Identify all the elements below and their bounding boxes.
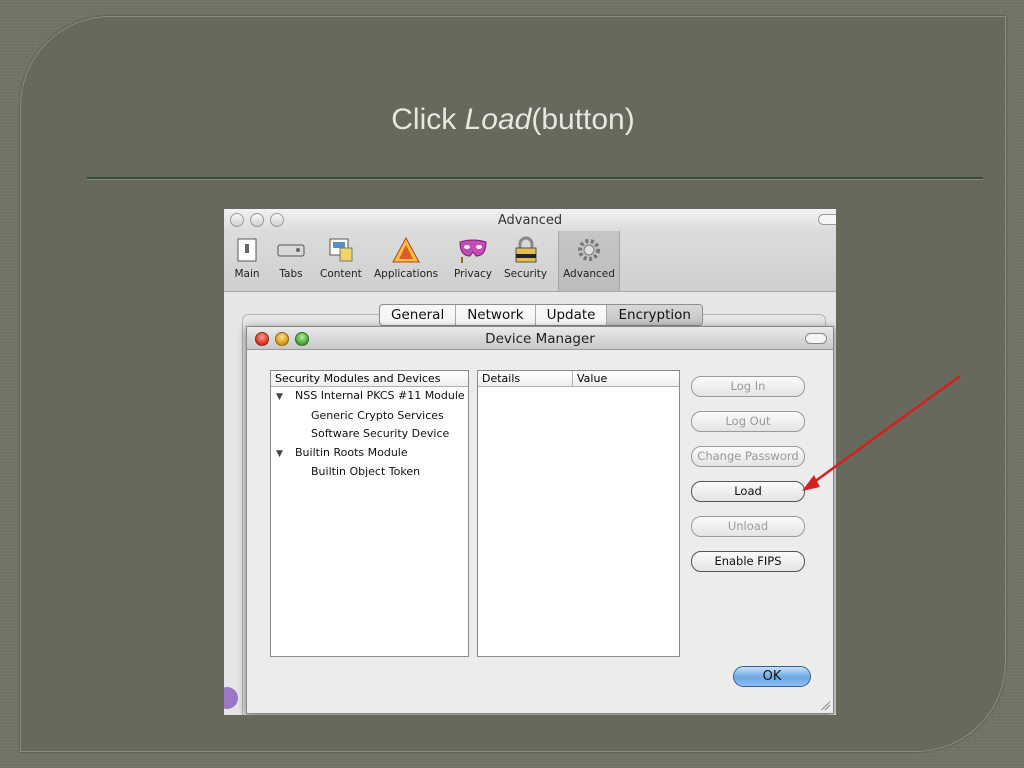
tab-encryption[interactable]: Encryption — [607, 305, 702, 325]
title-divider — [87, 177, 983, 180]
details-header: Details Value — [478, 371, 679, 387]
toolbar-main[interactable]: Main — [232, 235, 262, 280]
toolbar-tabs[interactable]: Tabs — [276, 235, 306, 280]
unload-button[interactable]: Unload — [691, 516, 805, 537]
tabs-icon — [276, 235, 306, 265]
advanced-titlebar: Advanced — [224, 209, 836, 231]
tree-item-label: NSS Internal PKCS #11 Module — [295, 389, 465, 402]
enable-fips-button[interactable]: Enable FIPS — [691, 551, 805, 572]
value-column-header[interactable]: Value — [573, 371, 607, 386]
toolbar-toggle-button[interactable] — [818, 214, 836, 225]
preferences-tabs: General Network Update Encryption — [379, 304, 703, 326]
tree-item-builtin-roots[interactable]: ▼ Builtin Roots Module — [271, 444, 468, 464]
tree-item-label: Builtin Object Token — [311, 465, 421, 478]
modules-tree-panel[interactable]: Security Modules and Devices ▼ NSS Intern… — [270, 370, 469, 657]
ok-button[interactable]: OK — [733, 666, 811, 687]
toolbar-advanced[interactable]: Advanced — [558, 231, 620, 291]
tree-item-builtin-object-token[interactable]: Builtin Object Token — [271, 463, 468, 482]
screenshot-window: Advanced Main Tabs Content Applications … — [224, 209, 836, 715]
advanced-gear-icon — [574, 235, 604, 265]
toolbar-content-label: Content — [320, 268, 362, 280]
toolbar-content[interactable]: Content — [320, 235, 362, 280]
expanded-triangle-icon[interactable]: ▼ — [276, 445, 286, 464]
toolbar-tabs-label: Tabs — [279, 268, 303, 280]
resize-grip[interactable] — [820, 700, 830, 710]
tree-item-nss-internal[interactable]: ▼ NSS Internal PKCS #11 Module — [271, 387, 468, 407]
title-suffix: (button) — [531, 103, 635, 136]
log-out-button[interactable]: Log Out — [691, 411, 805, 432]
tab-update[interactable]: Update — [536, 305, 608, 325]
toolbar-applications-label: Applications — [374, 268, 439, 280]
log-in-button[interactable]: Log In — [691, 376, 805, 397]
details-panel[interactable]: Details Value — [477, 370, 680, 657]
tab-network[interactable]: Network — [456, 305, 536, 325]
preferences-toolbar: Main Tabs Content Applications Privacy S… — [224, 231, 836, 292]
toolbar-main-label: Main — [234, 268, 260, 280]
device-manager-titlebar: Device Manager — [247, 327, 833, 350]
load-button[interactable]: Load — [691, 481, 805, 502]
tree-item-label: Generic Crypto Services — [311, 408, 444, 422]
modules-tree-header: Security Modules and Devices — [271, 371, 468, 387]
main-switch-icon — [232, 235, 262, 265]
toolbar-advanced-label: Advanced — [563, 268, 615, 280]
tree-item-software-security[interactable]: Software Security Device — [271, 425, 468, 444]
device-manager-title: Device Manager — [485, 331, 595, 347]
device-manager-toolbar-toggle[interactable] — [805, 333, 827, 344]
applications-icon — [391, 235, 421, 265]
tree-item-generic-crypto[interactable]: Generic Crypto Services — [271, 407, 468, 426]
expanded-triangle-icon[interactable]: ▼ — [276, 388, 286, 407]
tab-general[interactable]: General — [380, 305, 457, 325]
change-password-button[interactable]: Change Password — [691, 446, 805, 467]
content-icon — [326, 235, 356, 265]
title-emphasis: Load — [464, 103, 532, 136]
device-manager-window: Device Manager Security Modules and Devi… — [246, 326, 834, 714]
toolbar-privacy[interactable]: Privacy — [454, 235, 492, 280]
details-column-header[interactable]: Details — [478, 371, 573, 386]
toolbar-security-label: Security — [504, 268, 548, 280]
advanced-window-title: Advanced — [497, 213, 563, 228]
slide-title: Click Load(button) — [21, 103, 1005, 137]
privacy-mask-icon — [458, 235, 488, 265]
tree-item-label: Software Security Device — [311, 427, 450, 440]
title-prefix: Click — [391, 103, 465, 136]
toolbar-privacy-label: Privacy — [454, 268, 493, 280]
toolbar-applications[interactable]: Applications — [374, 235, 438, 280]
security-lock-icon — [511, 235, 541, 265]
modules-header-label: Security Modules and Devices — [275, 372, 441, 385]
toolbar-security[interactable]: Security — [504, 235, 547, 280]
tree-item-label: Builtin Roots Module — [295, 445, 408, 459]
